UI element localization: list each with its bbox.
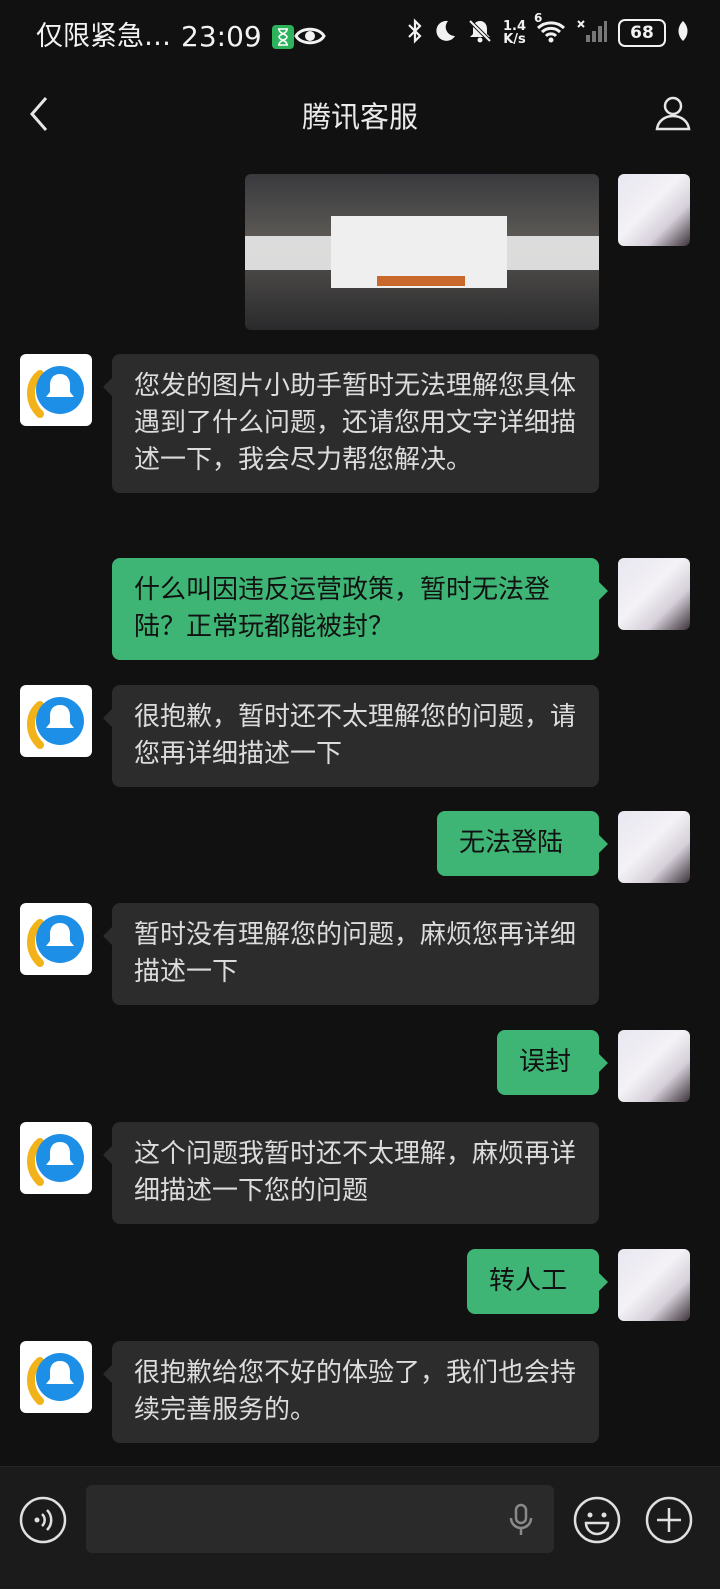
input-bar <box>0 1466 720 1589</box>
user-message: 转人工 <box>467 1249 608 1314</box>
image-dialog-button <box>377 276 465 286</box>
bot-avatar[interactable] <box>20 685 92 757</box>
sent-image[interactable] <box>245 174 599 330</box>
user-avatar[interactable] <box>618 1030 690 1102</box>
bot-avatar[interactable] <box>20 354 92 426</box>
message-input[interactable] <box>86 1485 554 1553</box>
mute-bell-icon <box>467 18 493 48</box>
bot-message: 很抱歉，暂时还不太理解您的问题，请您再详细描述一下 <box>103 685 599 787</box>
bot-avatar[interactable] <box>20 1122 92 1194</box>
tencent-cs-logo-icon <box>27 697 84 749</box>
tencent-cs-logo-icon <box>27 366 84 418</box>
bot-message: 您发的图片小助手暂时无法理解您具体遇到了什么问题，还请您用文字详细描述一下，我会… <box>103 354 599 493</box>
tencent-cs-logo-icon <box>27 915 84 967</box>
leaf-icon <box>676 20 690 46</box>
nav-bar: 腾讯客服 <box>0 74 720 154</box>
moon-icon <box>433 19 457 47</box>
bot-avatar[interactable] <box>20 903 92 975</box>
wifi-icon: 6 <box>534 11 566 47</box>
voice-icon[interactable] <box>18 1495 68 1549</box>
net-speed: 1.4 K/s <box>503 20 526 46</box>
signal-label: 6 <box>534 11 543 25</box>
bot-message: 很抱歉给您不好的体验了，我们也会持续完善服务的。 <box>103 1341 599 1443</box>
net-speed-unit: K/s <box>503 32 526 47</box>
bot-message: 暂时没有理解您的问题，麻烦您再详细描述一下 <box>103 903 599 1005</box>
person-icon[interactable] <box>654 94 692 136</box>
user-message: 什么叫因违反运营政策，暂时无法登陆？正常玩都能被封？ <box>112 558 608 660</box>
cell-signal-icon <box>576 19 608 47</box>
user-avatar[interactable] <box>618 174 690 246</box>
tencent-cs-logo-icon <box>27 1353 84 1405</box>
user-avatar[interactable] <box>618 1249 690 1321</box>
tencent-cs-logo-icon <box>27 1134 84 1186</box>
hourglass-icon <box>271 25 294 49</box>
bot-message: 这个问题我暂时还不太理解，麻烦再详细描述一下您的问题 <box>103 1122 599 1224</box>
chat-title: 腾讯客服 <box>301 100 418 134</box>
bot-avatar[interactable] <box>20 1341 92 1413</box>
status-bar: 仅限紧急… 23:09 1.4 K/s 6 68 <box>0 0 720 74</box>
microphone-icon[interactable] <box>506 1503 536 1541</box>
user-avatar[interactable] <box>618 811 690 883</box>
user-message: 误封 <box>497 1030 608 1095</box>
user-message: 无法登陆 <box>437 811 608 876</box>
battery-indicator: 68 <box>618 19 666 47</box>
bluetooth-icon <box>407 18 423 48</box>
user-avatar[interactable] <box>618 558 690 630</box>
emoji-icon[interactable] <box>572 1495 622 1549</box>
eye-icon <box>294 24 326 52</box>
carrier-label: 仅限紧急… <box>36 21 171 52</box>
clock: 23:09 <box>181 20 262 53</box>
plus-icon[interactable] <box>644 1495 694 1549</box>
